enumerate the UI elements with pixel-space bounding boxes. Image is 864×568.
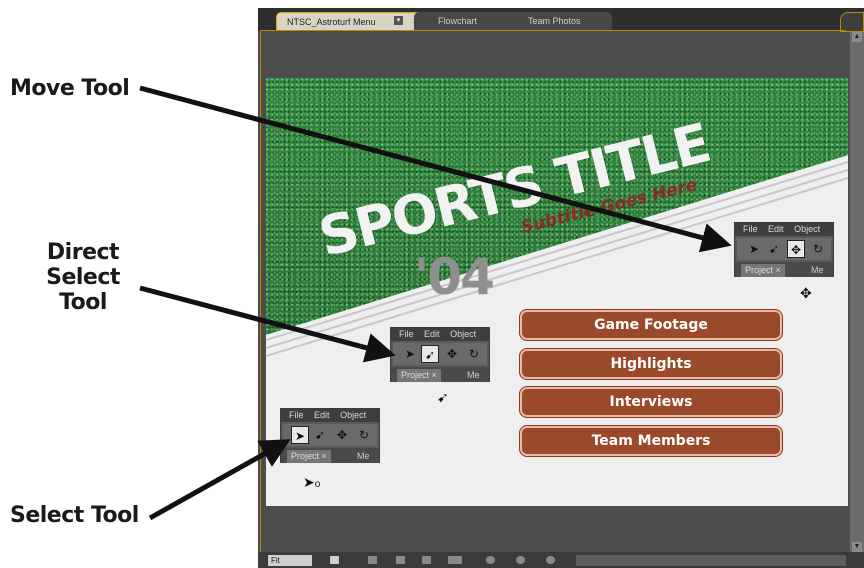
year-text[interactable]: '04 (414, 248, 495, 306)
callout-direct-select-tool: Direct Select Tool (8, 240, 158, 315)
menu-edit[interactable]: Edit (424, 329, 440, 339)
tab-team-photos[interactable]: Team Photos (504, 12, 612, 31)
select-icon[interactable]: ➤ (401, 345, 419, 363)
move-icon[interactable]: ✥ (787, 240, 805, 258)
safe-area-icon[interactable] (368, 556, 377, 564)
layout-icon[interactable] (448, 556, 462, 564)
panel-tabs: Project × Me (735, 262, 833, 277)
menu-edit[interactable]: Edit (314, 410, 330, 420)
menu-file[interactable]: File (743, 224, 758, 234)
grid-icon[interactable] (396, 556, 405, 564)
guides-icon[interactable] (422, 556, 431, 564)
panel-tabs: Project × Me (391, 367, 489, 382)
vertical-scrollbar[interactable]: ▲ ▼ (850, 32, 864, 552)
direct-select-icon[interactable]: ➹ (765, 240, 783, 258)
menu-button-team-members[interactable]: Team Members (520, 426, 782, 456)
tab-label: NTSC_Astroturf Menu (287, 17, 376, 27)
view-toggle-icon[interactable] (330, 556, 339, 564)
tab-project[interactable]: Project × (741, 264, 785, 277)
tools-panel-direct-select: File Edit Object ➤ ➹ ✥ ↻ Project × Me (390, 327, 490, 382)
panel-tabs: Project × Me (281, 448, 379, 463)
panel-menubar: File Edit Object (281, 409, 379, 422)
direct-select-icon[interactable]: ➹ (421, 345, 439, 363)
button-state-icon-1[interactable] (486, 556, 495, 564)
menu-edit[interactable]: Edit (768, 224, 784, 234)
toolbar: ➤ ➹ ✥ ↻ (393, 343, 487, 365)
menu-object[interactable]: Object (794, 224, 820, 234)
menu-file[interactable]: File (399, 329, 414, 339)
move-icon[interactable]: ✥ (443, 345, 461, 363)
tab-more[interactable]: Me (467, 369, 480, 382)
tab-label: Team Photos (528, 16, 581, 26)
tools-panel-select: File Edit Object ➤ ➹ ✥ ↻ Project × Me (280, 408, 380, 463)
menu-object[interactable]: Object (450, 329, 476, 339)
panel-grip[interactable] (840, 12, 864, 32)
scroll-down-icon[interactable]: ▼ (852, 542, 862, 552)
callout-direct-select-line2: Tool (59, 290, 107, 315)
tab-label: Flowchart (438, 16, 478, 26)
callout-select-tool: Select Tool (10, 503, 139, 528)
button-state-icon-3[interactable] (546, 556, 555, 564)
rotate-icon[interactable]: ↻ (465, 345, 483, 363)
select-cursor-icon: ➤o (303, 474, 321, 490)
status-bar: Fit (258, 552, 864, 568)
tab-more[interactable]: Me (811, 264, 824, 277)
menu-button-interviews[interactable]: Interviews (520, 387, 782, 417)
direct-select-icon[interactable]: ➹ (311, 426, 329, 444)
select-icon[interactable]: ➤ (291, 426, 309, 444)
menu-button-highlights[interactable]: Highlights (520, 349, 782, 379)
callout-direct-select-line1: Direct Select (46, 240, 120, 290)
rotate-icon[interactable]: ↻ (809, 240, 827, 258)
horizontal-scrollbar[interactable] (576, 555, 846, 566)
menu-button-game-footage[interactable]: Game Footage (520, 310, 782, 340)
panel-menubar: File Edit Object (735, 223, 833, 236)
tab-project[interactable]: Project × (397, 369, 441, 382)
rotate-icon[interactable]: ↻ (355, 426, 373, 444)
move-cursor-icon: ✥ (800, 285, 812, 301)
tab-ntsc-astroturf-menu[interactable]: NTSC_Astroturf Menu ▾ × (276, 12, 424, 31)
document-tab-bar: NTSC_Astroturf Menu ▾ × Flowchart Team P… (258, 8, 864, 32)
menu-object[interactable]: Object (340, 410, 366, 420)
menu-file[interactable]: File (289, 410, 304, 420)
tab-flowchart[interactable]: Flowchart (414, 12, 518, 31)
panel-menubar: File Edit Object (391, 328, 489, 341)
select-icon[interactable]: ➤ (745, 240, 763, 258)
move-icon[interactable]: ✥ (333, 426, 351, 444)
tab-more[interactable]: Me (357, 450, 370, 463)
direct-select-cursor-icon: ➹ (437, 389, 449, 405)
scroll-up-icon[interactable]: ▲ (852, 32, 862, 42)
zoom-select[interactable]: Fit (268, 555, 312, 566)
callout-move-tool: Move Tool (10, 76, 130, 101)
tab-menu-icon[interactable]: ▾ (394, 16, 403, 25)
toolbar: ➤ ➹ ✥ ↻ (737, 238, 831, 260)
toolbar: ➤ ➹ ✥ ↻ (283, 424, 377, 446)
button-state-icon-2[interactable] (516, 556, 525, 564)
tools-panel-move: File Edit Object ➤ ➹ ✥ ↻ Project × Me (734, 222, 834, 277)
tab-project[interactable]: Project × (287, 450, 331, 463)
